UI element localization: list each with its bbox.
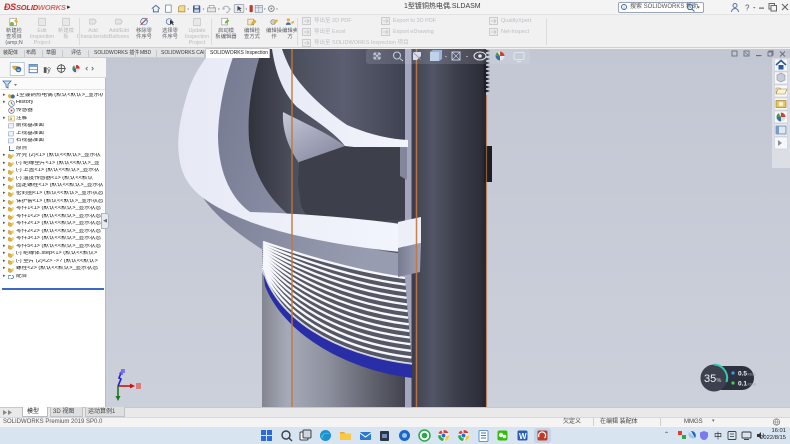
svg-text:KB/s: KB/s [748, 372, 756, 377]
svg-text:KB/s: KB/s [748, 382, 756, 387]
svg-text:0.1: 0.1 [738, 381, 747, 388]
svg-text:0.5: 0.5 [738, 371, 747, 378]
svg-text:35: 35 [704, 373, 716, 385]
svg-text:W: W [519, 432, 527, 441]
svg-text:?: ? [745, 4, 750, 13]
svg-text:%: % [717, 378, 722, 384]
svg-text:中: 中 [714, 431, 722, 441]
svg-text:▮ȳ: ▮ȳ [43, 65, 51, 74]
svg-text:A: A [10, 116, 13, 121]
